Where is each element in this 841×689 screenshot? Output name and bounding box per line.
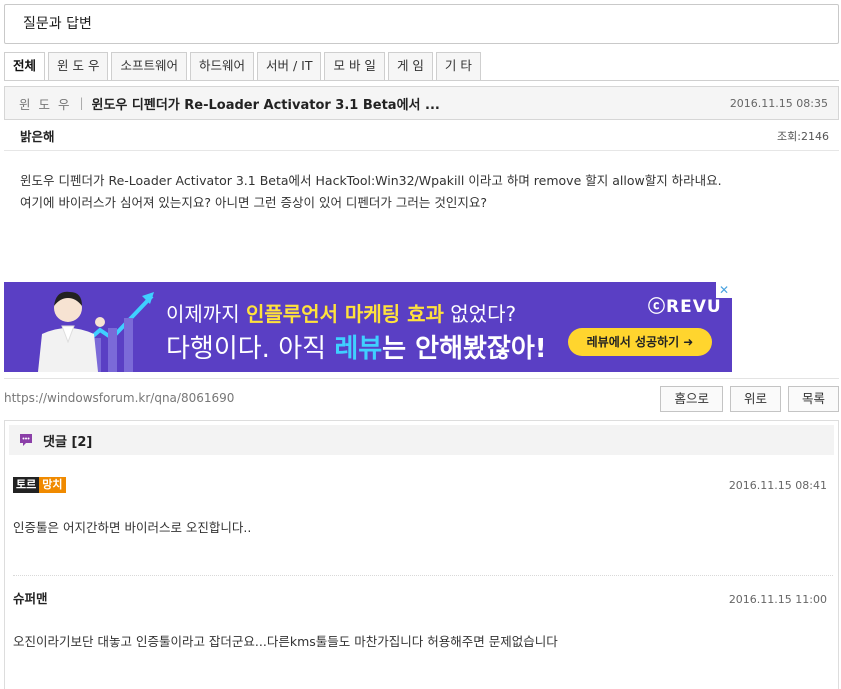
post-url[interactable]: https://windowsforum.kr/qna/8061690 [4,391,234,405]
ad-sub-highlight: 레뷰 [334,334,383,364]
comment-date: 2016.11.15 11:00 [728,593,827,606]
comment-divider [13,575,833,576]
ad-subheadline: 다행이다. 아직 레뷰는 안해봤잖아! [166,328,547,365]
category-tabs: 전체 윈 도 우 소프트웨어 하드웨어 서버 / IT 모 바 일 게 임 기 … [4,52,484,81]
ad-sub-bold: 는 안해봤잖아! [382,334,547,364]
comment-item: 토르 망치 2016.11.15 08:41 인증툴은 어지간하면 바이러스로 오… [13,475,833,536]
post-body-line: 윈도우 디펜더가 Re-Loader Activator 3.1 Beta에서 … [20,173,722,188]
comment-body: 인증툴은 어지간하면 바이러스로 오진합니다.. [13,520,252,535]
post-body: 윈도우 디펜더가 Re-Loader Activator 3.1 Beta에서 … [20,170,830,214]
post-header: 윈 도 우 | 윈도우 디펜더가 Re-Loader Activator 3.1… [4,86,839,120]
tab-mobile[interactable]: 모 바 일 [324,52,385,80]
comment-date: 2016.11.15 08:41 [728,479,827,492]
comment-author[interactable]: 슈퍼맨 [13,591,48,606]
tabs-divider [4,80,839,81]
comments-title: 댓글 [2] [43,434,93,450]
top-button[interactable]: 위로 [729,386,781,412]
tab-all[interactable]: 전체 [4,52,46,81]
tab-etc[interactable]: 기 타 [435,52,481,80]
ad-illustration-icon [38,291,154,372]
post-separator: | [79,96,84,110]
post-date: 2016.11.15 08:35 [729,96,828,110]
ad-cta-button[interactable]: 레뷰에서 성공하기 ➜ [568,328,712,356]
user-badge[interactable]: 토르 망치 [13,477,66,493]
nav-buttons: 홈으로 위로 목록 [653,386,839,412]
ad-headline-highlight: 인플루언서 마케팅 효과 [245,302,444,326]
post-body-line: 여기에 바이러스가 심어져 있는지요? 아니면 그런 증상이 있어 디펜더가 그… [20,195,488,210]
tab-software[interactable]: 소프트웨어 [111,52,187,80]
post-category[interactable]: 윈 도 우 [19,94,71,113]
view-count: 조회:2146 [777,129,829,143]
ad-close-icon[interactable]: ✕ [716,282,732,298]
home-button[interactable]: 홈으로 [660,386,723,412]
post-meta: 밝은해 조회:2146 [4,121,839,151]
tab-game[interactable]: 게 임 [387,52,433,80]
ad-headline-suffix: 없었다? [443,302,517,326]
post-author[interactable]: 밝은해 [20,126,55,145]
tab-windows[interactable]: 윈 도 우 [48,52,109,80]
ad-brand-logo: ⓒREVU [648,297,722,317]
user-badge-left: 토르 [13,477,40,493]
comment-header: 토르 망치 2016.11.15 08:41 [13,475,833,495]
comment-body: 오진이라기보단 대놓고 인증툴이라고 잡더군요...다른kms툴들도 마찬가집니… [13,634,558,649]
ad-banner[interactable]: 이제까지 인플루언서 마케팅 효과 없었다? 다행이다. 아직 레뷰는 안해봤잖… [4,282,732,372]
url-row: https://windowsforum.kr/qna/8061690 홈으로 … [4,378,839,414]
ad-sub-prefix: 다행이다. 아직 [166,334,335,364]
post-title[interactable]: 윈도우 디펜더가 Re-Loader Activator 3.1 Beta에서 … [92,94,718,113]
list-button[interactable]: 목록 [787,386,839,412]
tab-server-it[interactable]: 서버 / IT [257,52,322,80]
tab-hardware[interactable]: 하드웨어 [189,52,254,80]
comments-section: 댓글 [2] 토르 망치 2016.11.15 08:41 인증툴은 어지간하면 … [4,420,839,689]
board-title: 질문과 답변 [4,4,839,44]
comments-header: 댓글 [2] [9,425,834,455]
ad-headline: 이제까지 인플루언서 마케팅 효과 없었다? [166,298,516,327]
user-badge-right: 망치 [39,477,66,493]
comment-item: 슈퍼맨 2016.11.15 11:00 오진이라기보단 대놓고 인증툴이라고 … [13,589,833,650]
ad-headline-prefix: 이제까지 [166,302,246,326]
speech-bubble-icon [20,434,32,446]
comment-header: 슈퍼맨 2016.11.15 11:00 [13,589,833,609]
